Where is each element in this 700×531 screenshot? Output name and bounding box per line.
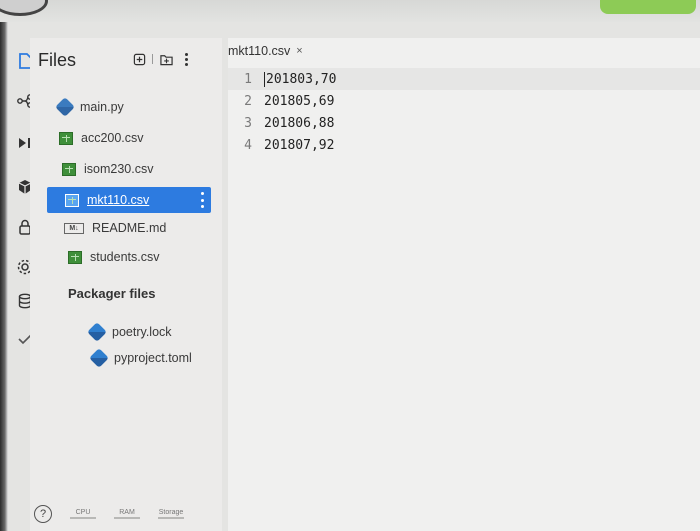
code-line[interactable]: 4 201807,92 <box>228 134 700 156</box>
storage-bar <box>158 517 184 519</box>
cpu-meter: CPU <box>70 509 96 519</box>
file-label: poetry.lock <box>112 325 172 339</box>
ram-bar <box>114 517 140 519</box>
python-file-icon <box>55 97 75 117</box>
storage-label: Storage <box>158 509 184 516</box>
top-action-button[interactable] <box>600 0 696 14</box>
file-item-acc200-csv[interactable]: acc200.csv <box>59 126 144 150</box>
package-file-icon <box>89 348 109 368</box>
storage-meter: Storage <box>158 509 184 519</box>
csv-file-icon <box>59 131 73 145</box>
line-text: 201805,69 <box>264 93 335 109</box>
window-top-strip <box>0 0 700 22</box>
close-icon[interactable]: × <box>296 45 302 57</box>
editor-pane: mkt110.csv × 1 201803,70 2 201805,69 3 2… <box>228 38 700 531</box>
line-text: 201807,92 <box>264 137 335 153</box>
line-text: 201806,88 <box>264 115 335 131</box>
new-file-icon[interactable] <box>132 52 146 66</box>
tab-label: mkt110.csv <box>228 44 291 58</box>
help-icon[interactable]: ? <box>34 505 52 523</box>
file-label: acc200.csv <box>81 131 144 145</box>
code-line[interactable]: 2 201805,69 <box>228 90 700 112</box>
code-line[interactable]: 3 201806,88 <box>228 112 700 134</box>
file-label: README.md <box>92 221 167 235</box>
markdown-file-icon: M↓ <box>64 222 84 234</box>
file-menu-icon[interactable] <box>201 192 205 208</box>
file-item-main-py[interactable]: main.py <box>55 95 124 119</box>
csv-file-icon <box>68 250 82 264</box>
file-label: isom230.csv <box>84 162 154 176</box>
line-number: 4 <box>244 137 252 153</box>
file-item-isom230-csv[interactable]: isom230.csv <box>62 157 153 181</box>
more-options-icon[interactable] <box>179 52 193 66</box>
file-label: pyproject.toml <box>114 351 192 365</box>
file-item-readme-md[interactable]: M↓ README.md <box>64 216 166 240</box>
screen-bezel <box>0 22 8 531</box>
file-item-students-csv[interactable]: students.csv <box>68 245 159 269</box>
ram-meter: RAM <box>114 509 140 519</box>
files-title: Files <box>38 50 77 70</box>
app-logo <box>0 0 48 16</box>
line-text: 201803,70 <box>266 71 337 87</box>
line-number: 3 <box>244 115 252 131</box>
cpu-label: CPU <box>75 509 91 516</box>
actions-divider <box>152 54 153 64</box>
package-file-icon <box>87 322 107 342</box>
csv-file-icon <box>65 193 79 207</box>
file-item-mkt110-csv[interactable]: mkt110.csv <box>47 187 211 213</box>
tab-mkt110-csv[interactable]: mkt110.csv × <box>228 40 303 62</box>
line-number: 2 <box>244 93 252 109</box>
file-label: students.csv <box>90 250 160 264</box>
cpu-bar <box>70 517 96 519</box>
file-label: mkt110.csv <box>87 193 150 207</box>
new-folder-icon[interactable] <box>159 52 173 66</box>
files-sidebar: Files main.py acc200.csv isom230.csv mkt… <box>30 38 252 531</box>
file-label: main.py <box>80 100 124 114</box>
file-item-pyproject-toml[interactable]: pyproject.toml <box>89 346 192 370</box>
line-number: 1 <box>244 71 252 87</box>
csv-file-icon <box>62 162 76 176</box>
packager-files-heading: Packager files <box>68 286 156 301</box>
selected-file-row: mkt110.csv <box>65 188 149 212</box>
code-editor[interactable]: 1 201803,70 2 201805,69 3 201806,88 4 20… <box>228 68 700 156</box>
resource-status-bar: ? CPU RAM Storage <box>34 505 184 523</box>
ram-label: RAM <box>119 509 135 516</box>
code-line[interactable]: 1 201803,70 <box>228 68 700 90</box>
files-actions <box>132 52 193 66</box>
text-cursor <box>264 71 265 87</box>
file-item-poetry-lock[interactable]: poetry.lock <box>87 320 172 344</box>
